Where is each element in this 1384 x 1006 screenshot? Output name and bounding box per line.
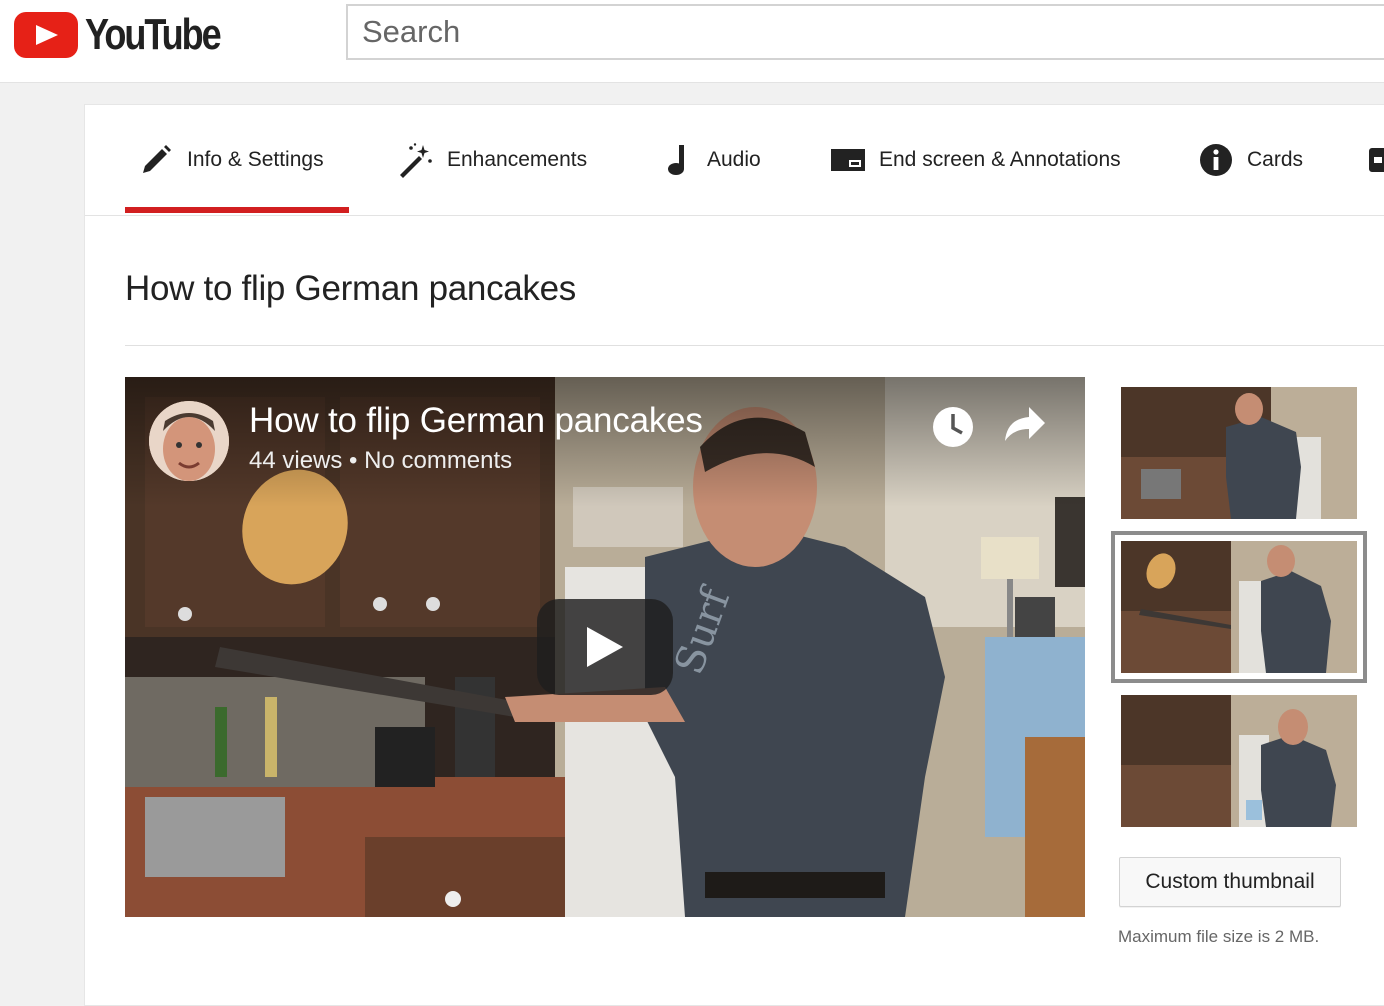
thumbnail-option-3[interactable]: [1119, 693, 1359, 829]
thumbnail-option-2-selected[interactable]: [1119, 539, 1359, 675]
thumbnail-option-1[interactable]: [1119, 385, 1359, 521]
editor-tabs: Info & Settings Enhancements Audio End s…: [85, 105, 1384, 216]
meta-separator: •: [349, 447, 358, 474]
tab-end-screen-annotations[interactable]: End screen & Annotations: [831, 105, 1121, 215]
view-count: 44 views: [249, 447, 343, 474]
youtube-logo[interactable]: YouTube: [14, 10, 249, 59]
tab-label: Info & Settings: [187, 148, 324, 171]
logo-text: YouTube: [85, 10, 222, 59]
player-video-title[interactable]: How to flip German pancakes: [249, 401, 703, 441]
tab-overflow[interactable]: [1369, 105, 1384, 215]
video-editor-panel: Info & Settings Enhancements Audio End s…: [84, 104, 1384, 1006]
youtube-play-logo-icon: [14, 12, 78, 58]
end-screen-icon: [831, 149, 865, 171]
tab-cards[interactable]: Cards: [1199, 105, 1303, 215]
clock-icon[interactable]: [931, 405, 975, 454]
pencil-icon: [139, 143, 173, 177]
tab-label: Cards: [1247, 148, 1304, 171]
share-arrow-icon[interactable]: [1003, 405, 1047, 450]
tab-info-settings[interactable]: Info & Settings: [139, 105, 324, 215]
custom-thumbnail-button[interactable]: Custom thumbnail: [1119, 857, 1341, 907]
video-meta: 44 views • No comments: [249, 447, 512, 475]
tab-label: Enhancements: [447, 148, 588, 171]
file-size-note: Maximum file size is 2 MB.: [1118, 927, 1320, 946]
play-button[interactable]: [537, 599, 673, 695]
video-player[interactable]: Surf How to flip German pancakes 44 view…: [125, 377, 1085, 917]
page-title: How to flip German pancakes: [125, 269, 577, 308]
info-icon: [1199, 143, 1233, 177]
music-note-icon: [665, 143, 693, 177]
subtitles-icon: [1369, 148, 1384, 172]
divider: [125, 345, 1384, 346]
comment-count: No comments: [364, 447, 513, 474]
play-icon: [587, 627, 623, 667]
tab-enhancements[interactable]: Enhancements: [397, 105, 587, 215]
tab-label: End screen & Annotations: [879, 148, 1121, 171]
search-box[interactable]: [346, 4, 1384, 60]
search-input[interactable]: [360, 13, 1384, 51]
top-bar: YouTube: [0, 0, 1384, 83]
magic-wand-icon: [397, 142, 433, 178]
active-tab-indicator: [125, 207, 349, 213]
channel-avatar[interactable]: [149, 401, 229, 481]
tab-audio[interactable]: Audio: [665, 105, 761, 215]
tab-label: Audio: [707, 148, 761, 171]
